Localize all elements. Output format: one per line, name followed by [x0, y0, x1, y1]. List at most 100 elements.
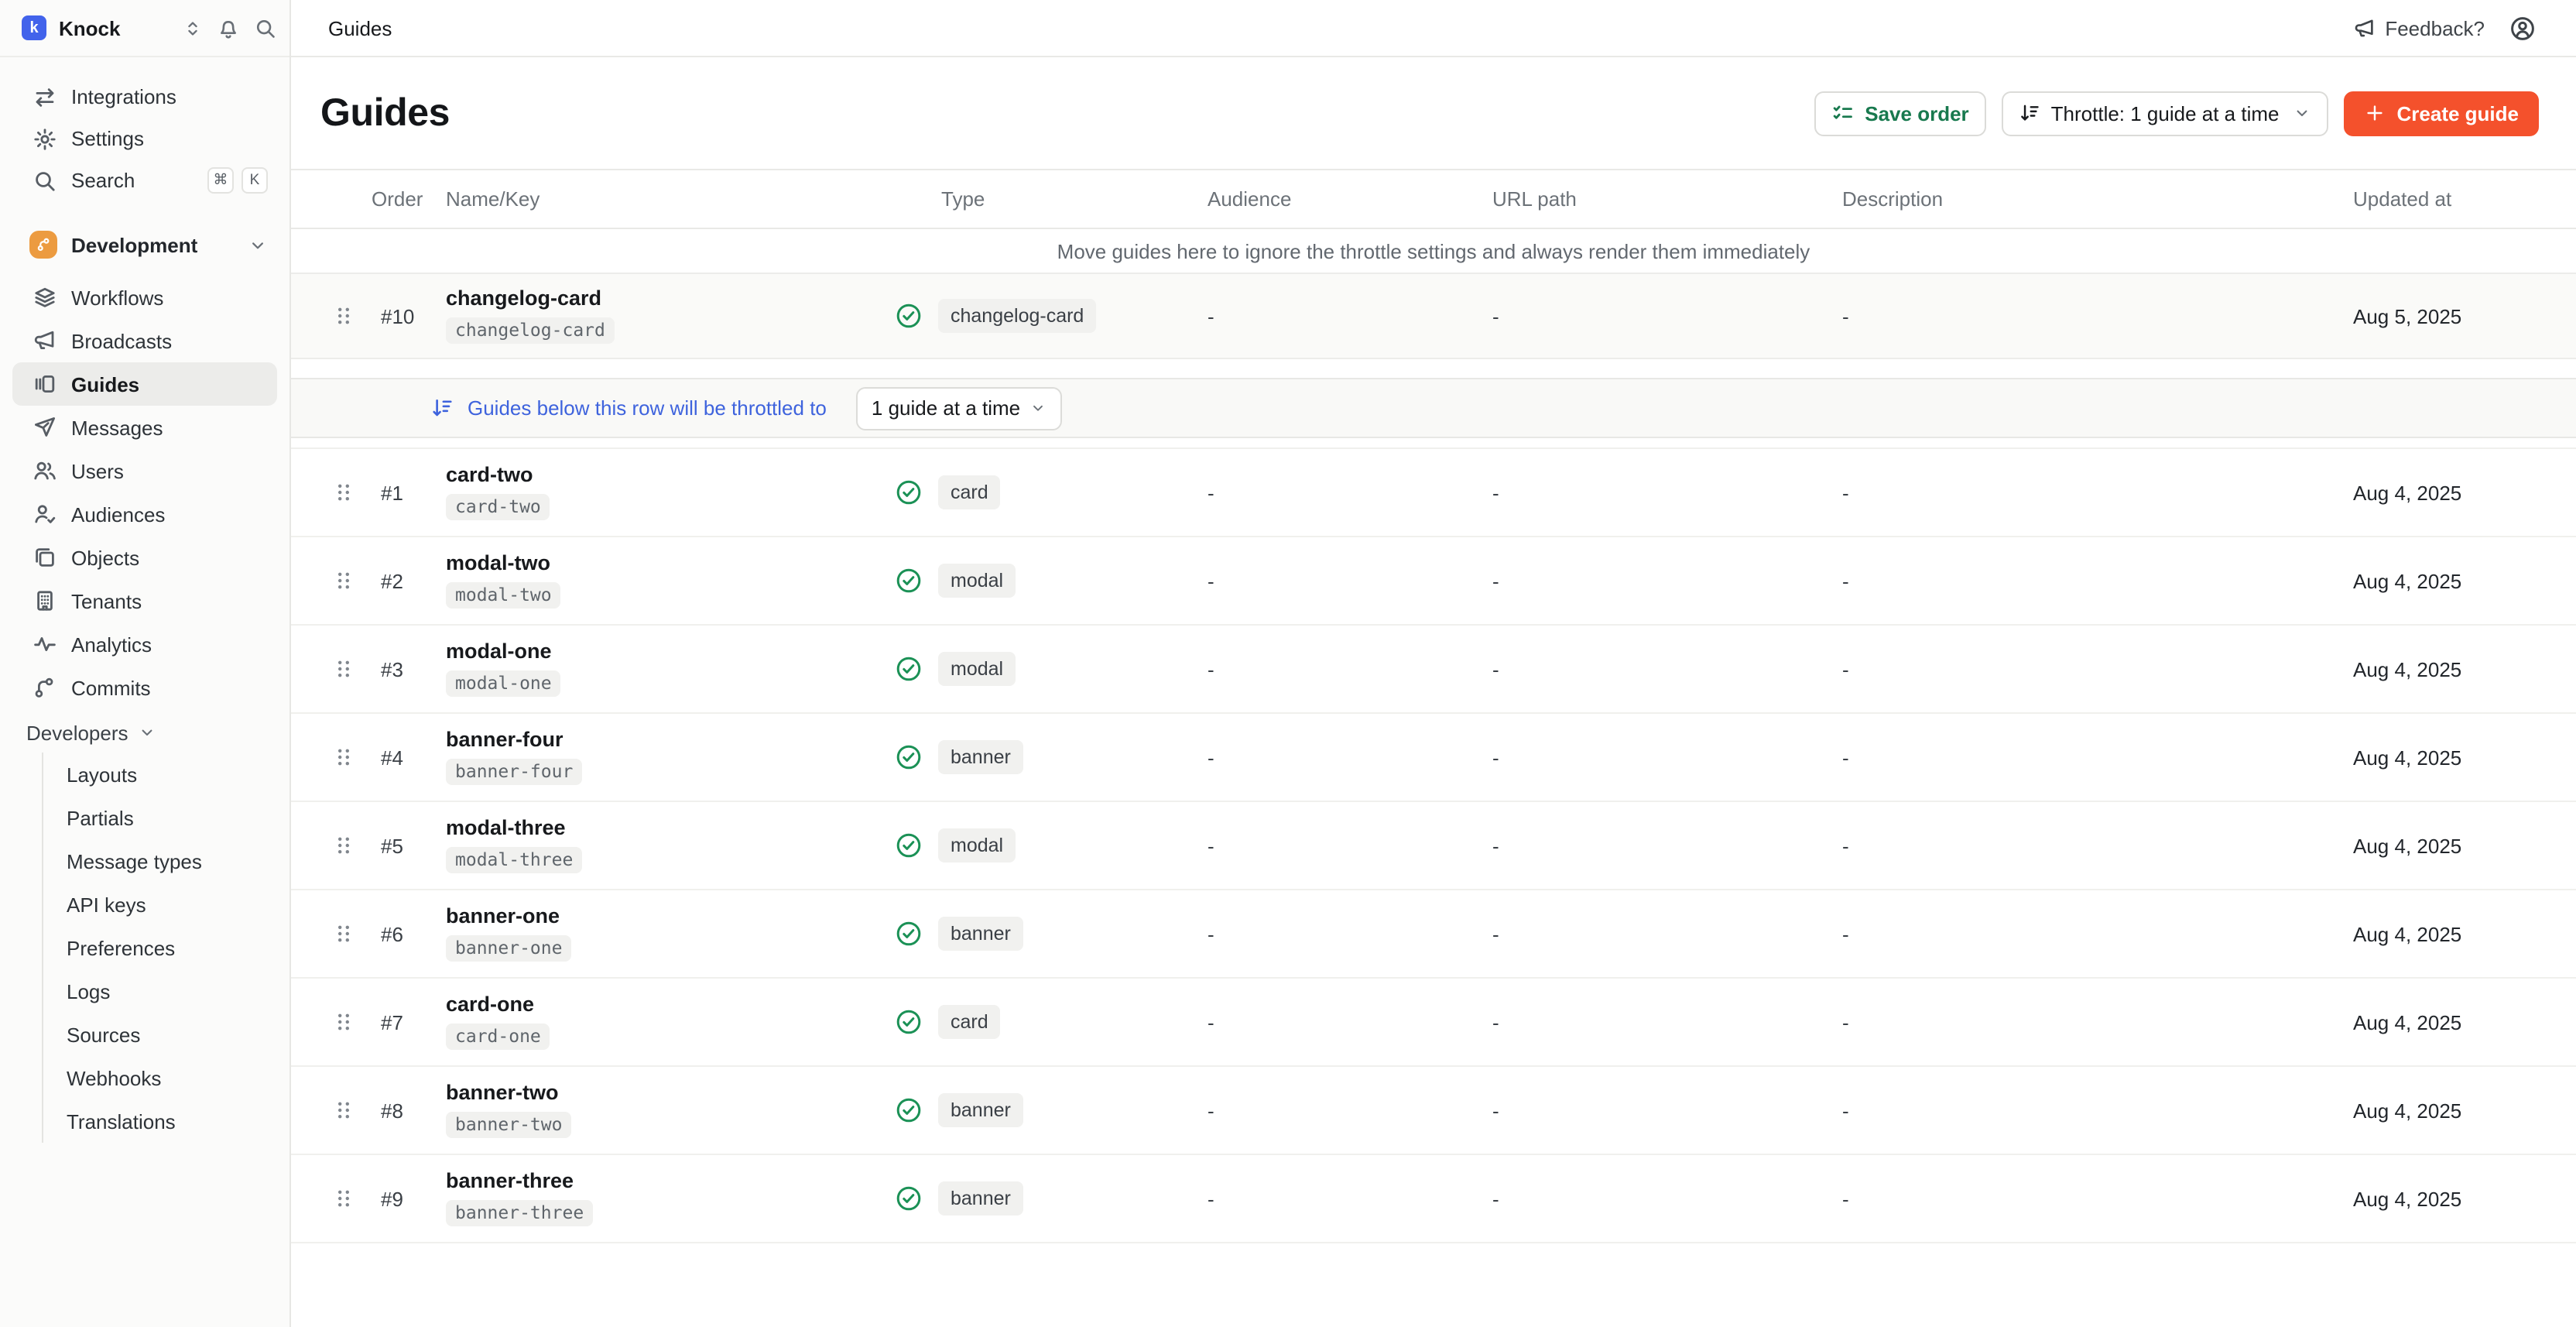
row-type-badge: changelog-card: [938, 299, 1096, 334]
developers-label: Developers: [26, 721, 128, 744]
throttle-divider-text: Guides below this row will be throttled …: [468, 396, 827, 420]
drag-handle[interactable]: [316, 657, 372, 681]
row-url-path: -: [1468, 569, 1824, 592]
throttle-dropdown-button[interactable]: Throttle: 1 guide at a time: [2002, 91, 2329, 135]
table-row[interactable]: #6 banner-onebanner-one banner - - - Aug…: [291, 890, 2576, 979]
sidebar-item-search[interactable]: Search ⌘ K: [12, 159, 277, 201]
row-description: -: [1824, 746, 2334, 769]
table-row[interactable]: #3 modal-onemodal-one modal - - - Aug 4,…: [291, 626, 2576, 714]
table-row[interactable]: #5 modal-threemodal-three modal - - - Au…: [291, 802, 2576, 890]
row-order: #9: [372, 1187, 446, 1210]
sidebar-item-message-types[interactable]: Message types: [43, 839, 277, 883]
sidebar-item-objects[interactable]: Objects: [12, 536, 277, 579]
table-row[interactable]: #2 modal-twomodal-two modal - - - Aug 4,…: [291, 537, 2576, 626]
row-url-path: -: [1468, 1010, 1824, 1034]
sidebar-item-label: Messages: [71, 416, 163, 439]
col-url-path: URL path: [1468, 187, 1824, 211]
drag-handle[interactable]: [316, 1186, 372, 1211]
row-updated-at: Aug 4, 2025: [2334, 481, 2551, 504]
sidebar-item-label: Search: [71, 169, 135, 192]
drag-handle[interactable]: [316, 745, 372, 770]
sidebar-item-integrations[interactable]: Integrations: [12, 76, 277, 118]
save-order-button[interactable]: Save order: [1814, 91, 1985, 135]
search-shortcut: ⌘ K: [207, 167, 268, 194]
sidebar-item-label: Broadcasts: [71, 329, 172, 352]
sidebar-item-preferences[interactable]: Preferences: [43, 926, 277, 969]
sidebar-item-analytics[interactable]: Analytics: [12, 622, 277, 666]
sidebar-item-broadcasts[interactable]: Broadcasts: [12, 319, 277, 362]
table-row[interactable]: #10 changelog-cardchangelog-card changel…: [291, 273, 2576, 359]
notifications-bell-icon[interactable]: [217, 16, 240, 39]
sidebar-item-label: Workflows: [71, 286, 163, 309]
sidebar-item-settings[interactable]: Settings: [12, 118, 277, 159]
table-row[interactable]: #4 banner-fourbanner-four banner - - - A…: [291, 714, 2576, 802]
row-key-badge: modal-two: [446, 581, 561, 609]
drag-handle[interactable]: [316, 1010, 372, 1034]
sidebar-item-api-keys[interactable]: API keys: [43, 883, 277, 926]
table-row[interactable]: #7 card-onecard-one card - - - Aug 4, 20…: [291, 979, 2576, 1067]
row-type-badge: modal: [938, 828, 1016, 863]
sidebar-item-partials[interactable]: Partials: [43, 796, 277, 839]
sidebar-item-sources[interactable]: Sources: [43, 1013, 277, 1056]
table-row[interactable]: #9 banner-threebanner-three banner - - -…: [291, 1155, 2576, 1243]
sidebar-item-label: Guides: [71, 372, 139, 396]
row-key-badge: modal-three: [446, 846, 582, 873]
user-avatar-icon[interactable]: [2509, 15, 2536, 41]
row-type-badge: card: [938, 1005, 1001, 1040]
row-name: modal-one: [446, 641, 895, 662]
throttle-amount-select[interactable]: 1 guide at a time: [856, 386, 1062, 430]
check-circle-icon: [895, 743, 923, 771]
breadcrumb[interactable]: Guides: [328, 16, 392, 39]
check-circle-icon: [895, 920, 923, 948]
drag-handle[interactable]: [316, 303, 372, 328]
row-type-badge: banner: [938, 740, 1023, 775]
row-audience: -: [1189, 569, 1468, 592]
pulse-icon: [33, 632, 57, 657]
drag-handle[interactable]: [316, 833, 372, 858]
sidebar-item-messages[interactable]: Messages: [12, 406, 277, 449]
drag-handle[interactable]: [316, 568, 372, 593]
account-switcher-icon[interactable]: [183, 18, 203, 38]
row-description: -: [1824, 922, 2334, 945]
page-header: Guides Save order Throttle: 1 guide at a…: [291, 57, 2576, 169]
sidebar-item-tenants[interactable]: Tenants: [12, 579, 277, 622]
search-icon[interactable]: [254, 16, 277, 39]
row-audience: -: [1189, 481, 1468, 504]
col-name-key: Name/Key: [446, 187, 895, 211]
row-type-badge: banner: [938, 1093, 1023, 1128]
check-circle-icon: [895, 478, 923, 506]
drag-handle[interactable]: [316, 480, 372, 505]
row-type-badge: banner: [938, 1181, 1023, 1216]
sidebar-item-label: Users: [71, 459, 124, 482]
sidebar-item-logs[interactable]: Logs: [43, 969, 277, 1013]
col-updated-at: Updated at: [2334, 187, 2551, 211]
drag-handle[interactable]: [316, 921, 372, 946]
sidebar-item-users[interactable]: Users: [12, 449, 277, 492]
row-url-path: -: [1468, 481, 1824, 504]
row-key-badge: banner-three: [446, 1199, 593, 1226]
row-order: #4: [372, 746, 446, 769]
sidebar-item-guides[interactable]: Guides: [12, 362, 277, 406]
row-type-badge: modal: [938, 652, 1016, 687]
main-content: Guides Feedback? Guides Save order: [291, 0, 2576, 1327]
create-guide-button[interactable]: Create guide: [2345, 91, 2540, 135]
table-row[interactable]: #8 banner-twobanner-two banner - - - Aug…: [291, 1067, 2576, 1155]
feedback-button[interactable]: Feedback?: [2352, 16, 2485, 39]
col-order: Order: [372, 187, 446, 211]
sidebar-item-translations[interactable]: Translations: [43, 1099, 277, 1143]
row-url-path: -: [1468, 922, 1824, 945]
sidebar-item-layouts[interactable]: Layouts: [43, 753, 277, 796]
sidebar-item-audiences[interactable]: Audiences: [12, 492, 277, 536]
sidebar-item-commits[interactable]: Commits: [12, 666, 277, 709]
row-order: #7: [372, 1010, 446, 1034]
row-type-badge: modal: [938, 564, 1016, 598]
environment-switcher[interactable]: Development: [12, 223, 277, 266]
sidebar-item-workflows[interactable]: Workflows: [12, 276, 277, 319]
row-description: -: [1824, 481, 2334, 504]
table-row[interactable]: #1 card-twocard-two card - - - Aug 4, 20…: [291, 449, 2576, 537]
row-type-badge: banner: [938, 917, 1023, 952]
unthrottled-hint: Move guides here to ignore the throttle …: [291, 229, 2576, 273]
drag-handle[interactable]: [316, 1098, 372, 1123]
developers-section-toggle[interactable]: Developers: [12, 712, 277, 753]
sidebar-item-webhooks[interactable]: Webhooks: [43, 1056, 277, 1099]
